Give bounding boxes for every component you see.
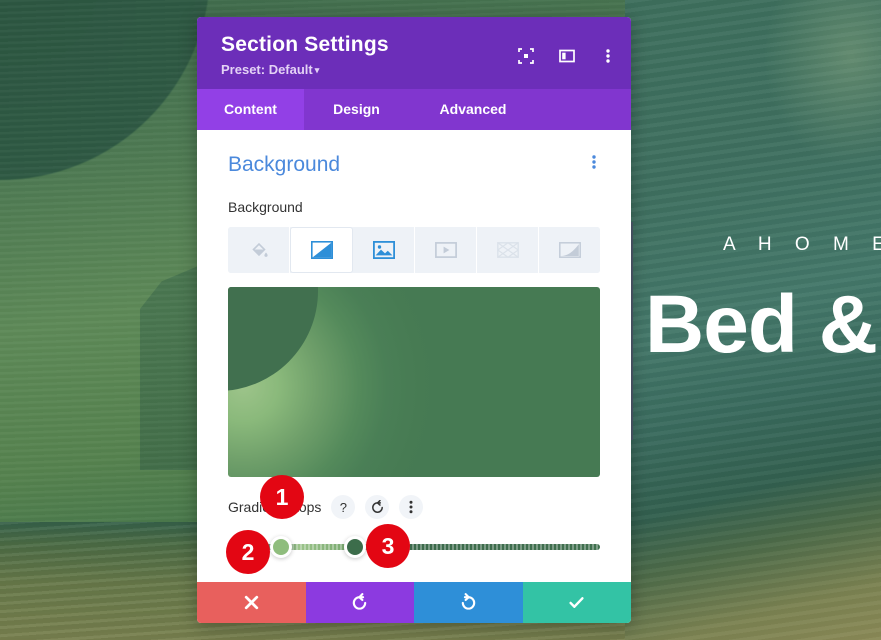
undo-button[interactable] bbox=[305, 582, 414, 623]
panel-footer bbox=[197, 582, 631, 623]
reset-icon[interactable] bbox=[365, 495, 390, 519]
tab-content[interactable]: Content bbox=[197, 89, 304, 130]
hero-title-text: Bed & bbox=[645, 279, 878, 370]
background-image-icon[interactable] bbox=[353, 227, 415, 273]
annotation-badge-1: 1 bbox=[260, 475, 304, 519]
annotation-badge-3: 3 bbox=[366, 524, 410, 568]
background-mask-icon[interactable] bbox=[539, 227, 600, 273]
background-color-icon[interactable] bbox=[228, 227, 290, 273]
save-button[interactable] bbox=[522, 582, 631, 623]
background-gradient-icon[interactable] bbox=[290, 227, 353, 273]
preset-label: Preset: Default bbox=[221, 62, 313, 77]
section-settings-panel: Section Settings Preset: Default ▾ Conte… bbox=[197, 17, 631, 623]
stop-options-icon[interactable] bbox=[399, 495, 424, 519]
annotation-badge-2: 2 bbox=[226, 530, 270, 574]
header-icon-group bbox=[517, 47, 617, 65]
panel-tabs: Content Design Advanced bbox=[197, 89, 631, 130]
layout-icon[interactable] bbox=[558, 47, 576, 65]
background-type-selector bbox=[228, 227, 600, 273]
tab-design[interactable]: Design bbox=[304, 89, 409, 130]
hero-foliage bbox=[761, 0, 881, 170]
hero-section: A H O M E A Bed & bbox=[625, 0, 881, 640]
panel-body: Background Background Gradient Stops ? bbox=[197, 130, 631, 582]
gradient-stop-handle-1[interactable] bbox=[270, 536, 292, 558]
more-options-icon[interactable] bbox=[599, 47, 617, 65]
gradient-stops-slider[interactable] bbox=[228, 536, 600, 558]
background-pattern-icon[interactable] bbox=[477, 227, 539, 273]
section-header: Background bbox=[228, 152, 600, 177]
tab-advanced[interactable]: Advanced bbox=[409, 89, 537, 130]
vertical-dots-icon[interactable] bbox=[588, 152, 600, 177]
chevron-down-icon: ▾ bbox=[314, 65, 320, 75]
gradient-preview bbox=[228, 287, 600, 477]
background-field-label: Background bbox=[228, 199, 303, 215]
gradient-stop-handle-2[interactable] bbox=[344, 536, 366, 558]
panel-header: Section Settings Preset: Default ▾ bbox=[197, 17, 631, 89]
cancel-button[interactable] bbox=[197, 582, 306, 623]
background-video-icon[interactable] bbox=[415, 227, 477, 273]
section-title: Background bbox=[228, 152, 341, 176]
help-icon[interactable]: ? bbox=[331, 495, 356, 519]
hero-eyebrow-text: A H O M E A bbox=[723, 234, 881, 255]
focus-icon[interactable] bbox=[517, 47, 535, 65]
redo-button[interactable] bbox=[414, 582, 523, 623]
